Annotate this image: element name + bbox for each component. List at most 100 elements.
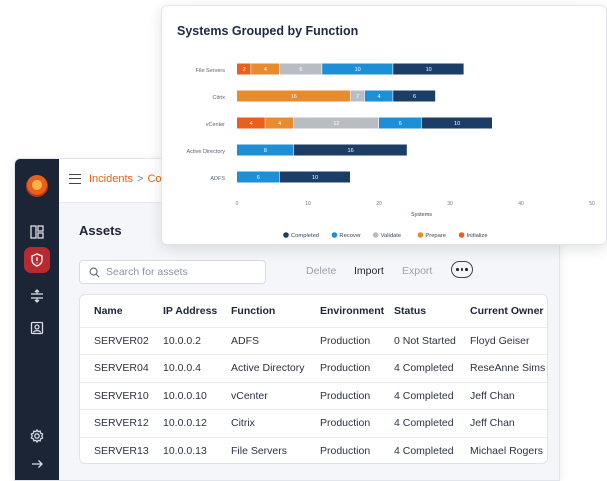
contact-icon[interactable] [24, 315, 50, 341]
data-label: 6 [257, 175, 260, 181]
cell-ip-address: 10.0.0.4 [163, 354, 231, 382]
column-header-status[interactable]: Status [394, 295, 470, 327]
delete-button[interactable]: Delete [306, 265, 336, 277]
table-header-row: Name IP Address Function Environment Sta… [80, 295, 547, 327]
cell-environment: Production [320, 326, 394, 355]
cell-owner: Floyd Geiser [470, 326, 547, 355]
data-label: 4 [377, 94, 380, 100]
more-options-button[interactable] [451, 261, 473, 278]
legend-label-completed: Completed [291, 233, 319, 239]
x-tick-label: 30 [447, 201, 453, 207]
cell-function: Citrix [231, 409, 320, 437]
sidebar [15, 159, 59, 480]
breadcrumb-separator: > [137, 173, 144, 185]
cell-ip-address: 10.0.0.10 [163, 381, 231, 410]
x-tick-label: 0 [236, 201, 239, 207]
data-label: 16 [291, 94, 297, 100]
search-box[interactable] [79, 260, 266, 284]
cell-environment: Production [320, 409, 394, 437]
cell-name: SERVER02 [80, 326, 163, 355]
legend-label-initialize: Initialize [467, 233, 488, 239]
cell-name: SERVER12 [80, 409, 163, 437]
search-icon [89, 267, 100, 277]
data-label: 10 [454, 121, 460, 127]
cell-ip-address: 10.0.0.12 [163, 409, 231, 437]
legend-marker-validate [372, 232, 379, 238]
cell-name: SERVER10 [80, 381, 163, 410]
cell-environment: Production [320, 436, 394, 463]
legend-label-prepare: Prepare [425, 233, 446, 239]
data-label: 10 [426, 67, 432, 73]
dashboard-icon[interactable] [24, 219, 50, 245]
data-label: 4 [264, 67, 267, 73]
cell-function: File Servers [231, 436, 320, 463]
data-label: 6 [413, 94, 416, 100]
x-axis-label: Systems [411, 212, 432, 218]
legend-marker-completed [283, 232, 289, 238]
cell-environment: Production [320, 354, 394, 382]
data-label: 4 [250, 121, 253, 127]
legend-marker-initialize [458, 232, 465, 238]
cell-function: ADFS [231, 326, 320, 355]
settings-icon[interactable] [24, 423, 50, 449]
data-label: 8 [264, 148, 267, 154]
category-label-active-directory: Active Directory [186, 149, 225, 155]
data-label: 10 [312, 175, 318, 181]
data-label: 6 [299, 67, 302, 73]
chart-card: Systems Grouped by Function File Servers… [161, 5, 607, 245]
cell-status: 4 Completed [394, 354, 470, 382]
legend-marker-recover [331, 232, 338, 238]
table-row[interactable]: SERVER10 10.0.0.10 vCenter Production 4 … [80, 381, 547, 410]
menu-icon[interactable] [69, 174, 81, 184]
cell-function: vCenter [231, 381, 320, 410]
data-label: 12 [333, 121, 339, 127]
import-button[interactable]: Import [354, 265, 384, 277]
category-label-adfs: ADFS [210, 176, 225, 182]
transfer-icon[interactable] [24, 283, 50, 309]
stacked-bar-chart: File Servers 2 4 6 10 10 Citrix 16 2 4 6 vCenter 4 4 1… [186, 63, 595, 239]
breadcrumb-incidents[interactable]: Incidents [89, 173, 133, 185]
cell-owner: Michael Rogers [470, 436, 547, 463]
cell-status: 4 Completed [394, 409, 470, 437]
table-row[interactable]: SERVER12 10.0.0.12 Citrix Production 4 C… [80, 409, 547, 437]
cell-owner: Jeff Chan [470, 381, 547, 410]
cell-name: SERVER04 [80, 354, 163, 382]
column-header-environment[interactable]: Environment [320, 295, 394, 327]
cell-status: 4 Completed [394, 436, 470, 463]
cell-ip-address: 10.0.0.13 [163, 436, 231, 463]
table-row[interactable]: SERVER04 10.0.0.4 Active Directory Produ… [80, 354, 547, 382]
table-row[interactable]: SERVER02 10.0.0.2 ADFS Production 0 Not … [80, 326, 547, 355]
x-tick-label: 20 [376, 201, 382, 207]
table-row[interactable]: SERVER13 10.0.0.13 File Servers Producti… [80, 436, 547, 463]
data-label: 6 [399, 121, 402, 127]
legend-marker-prepare [417, 232, 424, 238]
arrow-right-icon[interactable] [24, 451, 50, 477]
column-header-function[interactable]: Function [231, 295, 320, 327]
screen: Incidents>Comp Assets Delete Import Expo… [0, 0, 607, 481]
cell-status: 0 Not Started [394, 326, 470, 355]
column-header-name[interactable]: Name [80, 295, 163, 327]
column-header-ip-address[interactable]: IP Address [163, 295, 231, 327]
data-label: 2 [243, 67, 246, 73]
page-title: Assets [79, 223, 122, 238]
x-tick-label: 40 [518, 201, 524, 207]
search-input[interactable] [106, 266, 256, 278]
data-label: 10 [355, 67, 361, 73]
legend-label-validate: Validate [381, 233, 402, 239]
column-header-current-owner[interactable]: Current Owner [470, 295, 547, 327]
data-label: 16 [348, 148, 354, 154]
category-label-citrix: Citrix [212, 95, 225, 101]
legend-label-recover: Recover [339, 233, 361, 239]
cell-owner: ReseAnne Sims [470, 354, 547, 382]
cell-environment: Production [320, 381, 394, 410]
category-label-vcenter: vCenter [206, 122, 225, 128]
x-tick-label: 50 [589, 201, 595, 207]
data-label: 4 [278, 121, 281, 127]
cell-ip-address: 10.0.0.2 [163, 326, 231, 355]
x-tick-label: 10 [305, 201, 311, 207]
alert-icon[interactable] [24, 247, 50, 273]
cell-function: Active Directory [231, 354, 320, 382]
category-label-file-servers: File Servers [196, 68, 226, 74]
logo-icon[interactable] [26, 175, 48, 197]
export-button[interactable]: Export [402, 265, 432, 277]
